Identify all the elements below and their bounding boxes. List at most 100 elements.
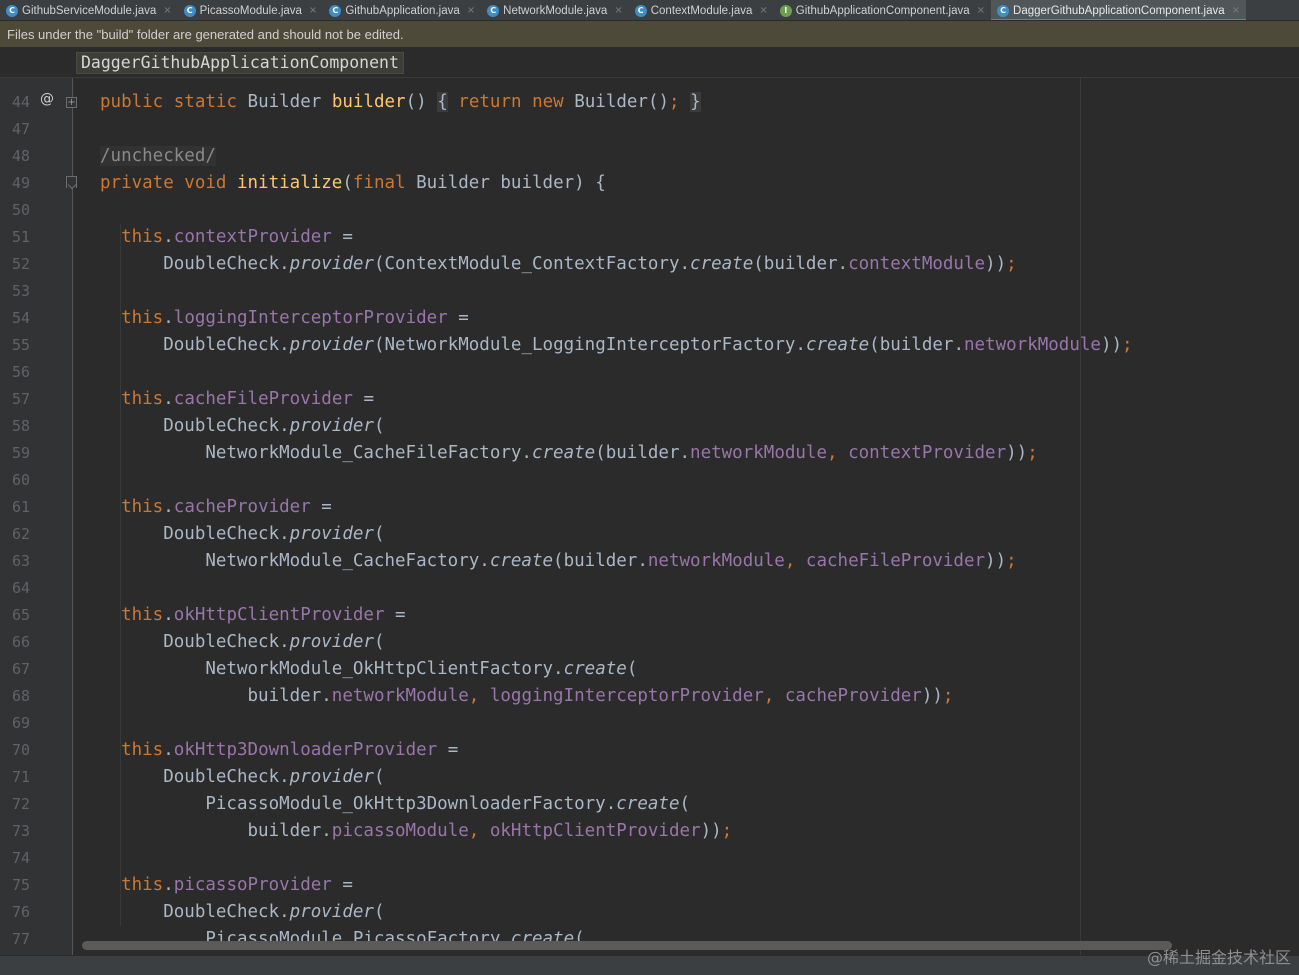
tab-2[interactable]: C GithubApplication.java × — [323, 0, 481, 20]
indent-guide — [120, 224, 121, 926]
code-token: PicassoModule_OkHttp3DownloaderFactory. — [100, 794, 617, 814]
line-number: 57 — [11, 390, 30, 408]
tab-3[interactable]: C NetworkModule.java × — [481, 0, 629, 20]
code-line[interactable]: this.contextProvider = — [100, 224, 353, 251]
line-number: 76 — [11, 903, 30, 921]
code-token: ; — [1027, 443, 1038, 463]
code-token: provider — [289, 632, 374, 652]
override-at-icon[interactable]: @ — [40, 91, 54, 107]
code-token: . — [163, 308, 174, 328]
code-token: picassoProvider — [173, 875, 332, 895]
line-number: 61 — [11, 498, 30, 516]
close-icon[interactable]: × — [977, 5, 985, 16]
tab-4[interactable]: C ContextModule.java × — [629, 0, 774, 20]
code-token: builder. — [100, 686, 332, 706]
code-token: cacheFileProvider — [173, 389, 353, 409]
line-number: 75 — [11, 876, 30, 894]
close-icon[interactable]: × — [1232, 5, 1240, 16]
close-icon[interactable]: × — [309, 5, 317, 16]
interface-file-icon: I — [779, 4, 792, 17]
code-token: ( — [679, 794, 691, 814]
code-line[interactable]: DoubleCheck.provider( — [100, 899, 384, 926]
code-token: ; — [1006, 254, 1017, 274]
code-token: loggingInterceptorProvider — [489, 686, 764, 706]
breadcrumb-class[interactable]: DaggerGithubApplicationComponent — [76, 52, 404, 74]
code-token: networkModule — [647, 551, 785, 571]
code-token: )) — [1006, 443, 1028, 463]
code-token: , — [784, 551, 806, 571]
line-number: 65 — [11, 606, 30, 624]
code-token: NetworkModule_OkHttpClientFactory. — [100, 659, 564, 679]
code-token: networkModule — [690, 443, 827, 463]
code-token: Builder builder) { — [416, 173, 606, 193]
code-token: NetworkModule_CacheFileFactory. — [100, 443, 532, 463]
line-number: 73 — [11, 822, 30, 840]
code-line[interactable]: NetworkModule_CacheFileFactory.create(bu… — [100, 440, 1038, 467]
code-line[interactable]: DoubleCheck.provider(NetworkModule_Loggi… — [100, 332, 1132, 359]
line-number: 77 — [11, 930, 30, 948]
fold-collapse-icon[interactable] — [66, 176, 77, 188]
code-line[interactable]: builder.picassoModule, okHttpClientProvi… — [100, 818, 733, 845]
code-line[interactable]: PicassoModule_OkHttp3DownloaderFactory.c… — [100, 791, 690, 818]
tab-5[interactable]: I GithubApplicationComponent.java × — [774, 0, 991, 20]
code-token: DoubleCheck. — [100, 335, 290, 355]
code-token: contextProvider — [173, 227, 332, 247]
tab-0[interactable]: C GithubServiceModule.java × — [0, 0, 178, 20]
code-line[interactable]: this.cacheProvider = — [100, 494, 332, 521]
fold-expand-icon[interactable]: + — [66, 97, 77, 108]
code-line[interactable]: NetworkModule_CacheFactory.create(builde… — [100, 548, 1016, 575]
code-token: builder — [331, 92, 406, 112]
code-editor[interactable]: @ + 44 47 48 49 50 51 52 53 54 55 56 57 58 59 60 61 62 63… — [0, 78, 1299, 955]
line-gutter: @ + 44 47 48 49 50 51 52 53 54 55 56 57 58 59 60 61 62 63… — [0, 78, 77, 955]
code-token: new — [532, 92, 575, 112]
tab-1[interactable]: C PicassoModule.java × — [178, 0, 324, 20]
code-token: DoubleCheck. — [100, 632, 290, 652]
code-line[interactable]: /unchecked/ — [100, 143, 216, 170]
code-line[interactable]: DoubleCheck.provider( — [100, 629, 384, 656]
horizontal-scrollbar[interactable] — [82, 941, 1172, 950]
code-token: = — [437, 740, 459, 760]
code-token: cacheFileProvider — [805, 551, 986, 571]
code-token: provider — [289, 767, 374, 787]
tab-label: GithubApplicationComponent.java — [795, 4, 970, 17]
code-token: (builder. — [595, 443, 691, 463]
line-number: 50 — [11, 201, 30, 219]
line-number: 53 — [11, 282, 30, 300]
code-line[interactable]: this.cacheFileProvider = — [100, 386, 374, 413]
code-line[interactable]: this.okHttp3DownloaderProvider = — [100, 737, 458, 764]
generated-files-banner: Files under the "build" folder are gener… — [0, 21, 1299, 47]
code-token: final — [352, 173, 417, 193]
code-line[interactable]: this.loggingInterceptorProvider = — [100, 305, 469, 332]
code-line[interactable]: DoubleCheck.provider( — [100, 413, 384, 440]
code-line[interactable]: NetworkModule_OkHttpClientFactory.create… — [100, 656, 637, 683]
code-line[interactable]: private void initialize(final Builder bu… — [100, 170, 606, 197]
code-token: void — [184, 173, 237, 193]
code-token: )) — [700, 821, 722, 841]
code-line[interactable]: DoubleCheck.provider( — [100, 764, 385, 791]
close-icon[interactable]: × — [163, 5, 171, 16]
code-token: DoubleCheck. — [100, 254, 290, 274]
code-line[interactable]: public static Builder builder() { return… — [100, 89, 701, 116]
code-token: okHttpClientProvider — [489, 821, 701, 841]
code-token: provider — [289, 902, 374, 922]
close-icon[interactable]: × — [614, 5, 622, 16]
code-line[interactable]: this.okHttpClientProvider = — [100, 602, 406, 629]
code-token: ( — [342, 173, 353, 193]
code-token: ( — [373, 767, 385, 787]
line-number: 66 — [11, 633, 30, 651]
code-line[interactable]: builder.networkModule, loggingIntercepto… — [100, 683, 954, 710]
close-icon[interactable]: × — [467, 5, 475, 16]
code-token: loggingInterceptorProvider — [173, 308, 448, 328]
code-token: public — [100, 92, 174, 112]
close-icon[interactable]: × — [759, 5, 767, 16]
code-line[interactable]: DoubleCheck.provider( — [100, 521, 384, 548]
code-line[interactable]: this.picassoProvider = — [100, 872, 353, 899]
code-line[interactable]: DoubleCheck.provider(ContextModule_Conte… — [100, 251, 1017, 278]
tab-6[interactable]: C DaggerGithubApplicationComponent.java × — [991, 0, 1247, 20]
code-token: DoubleCheck. — [100, 767, 290, 787]
